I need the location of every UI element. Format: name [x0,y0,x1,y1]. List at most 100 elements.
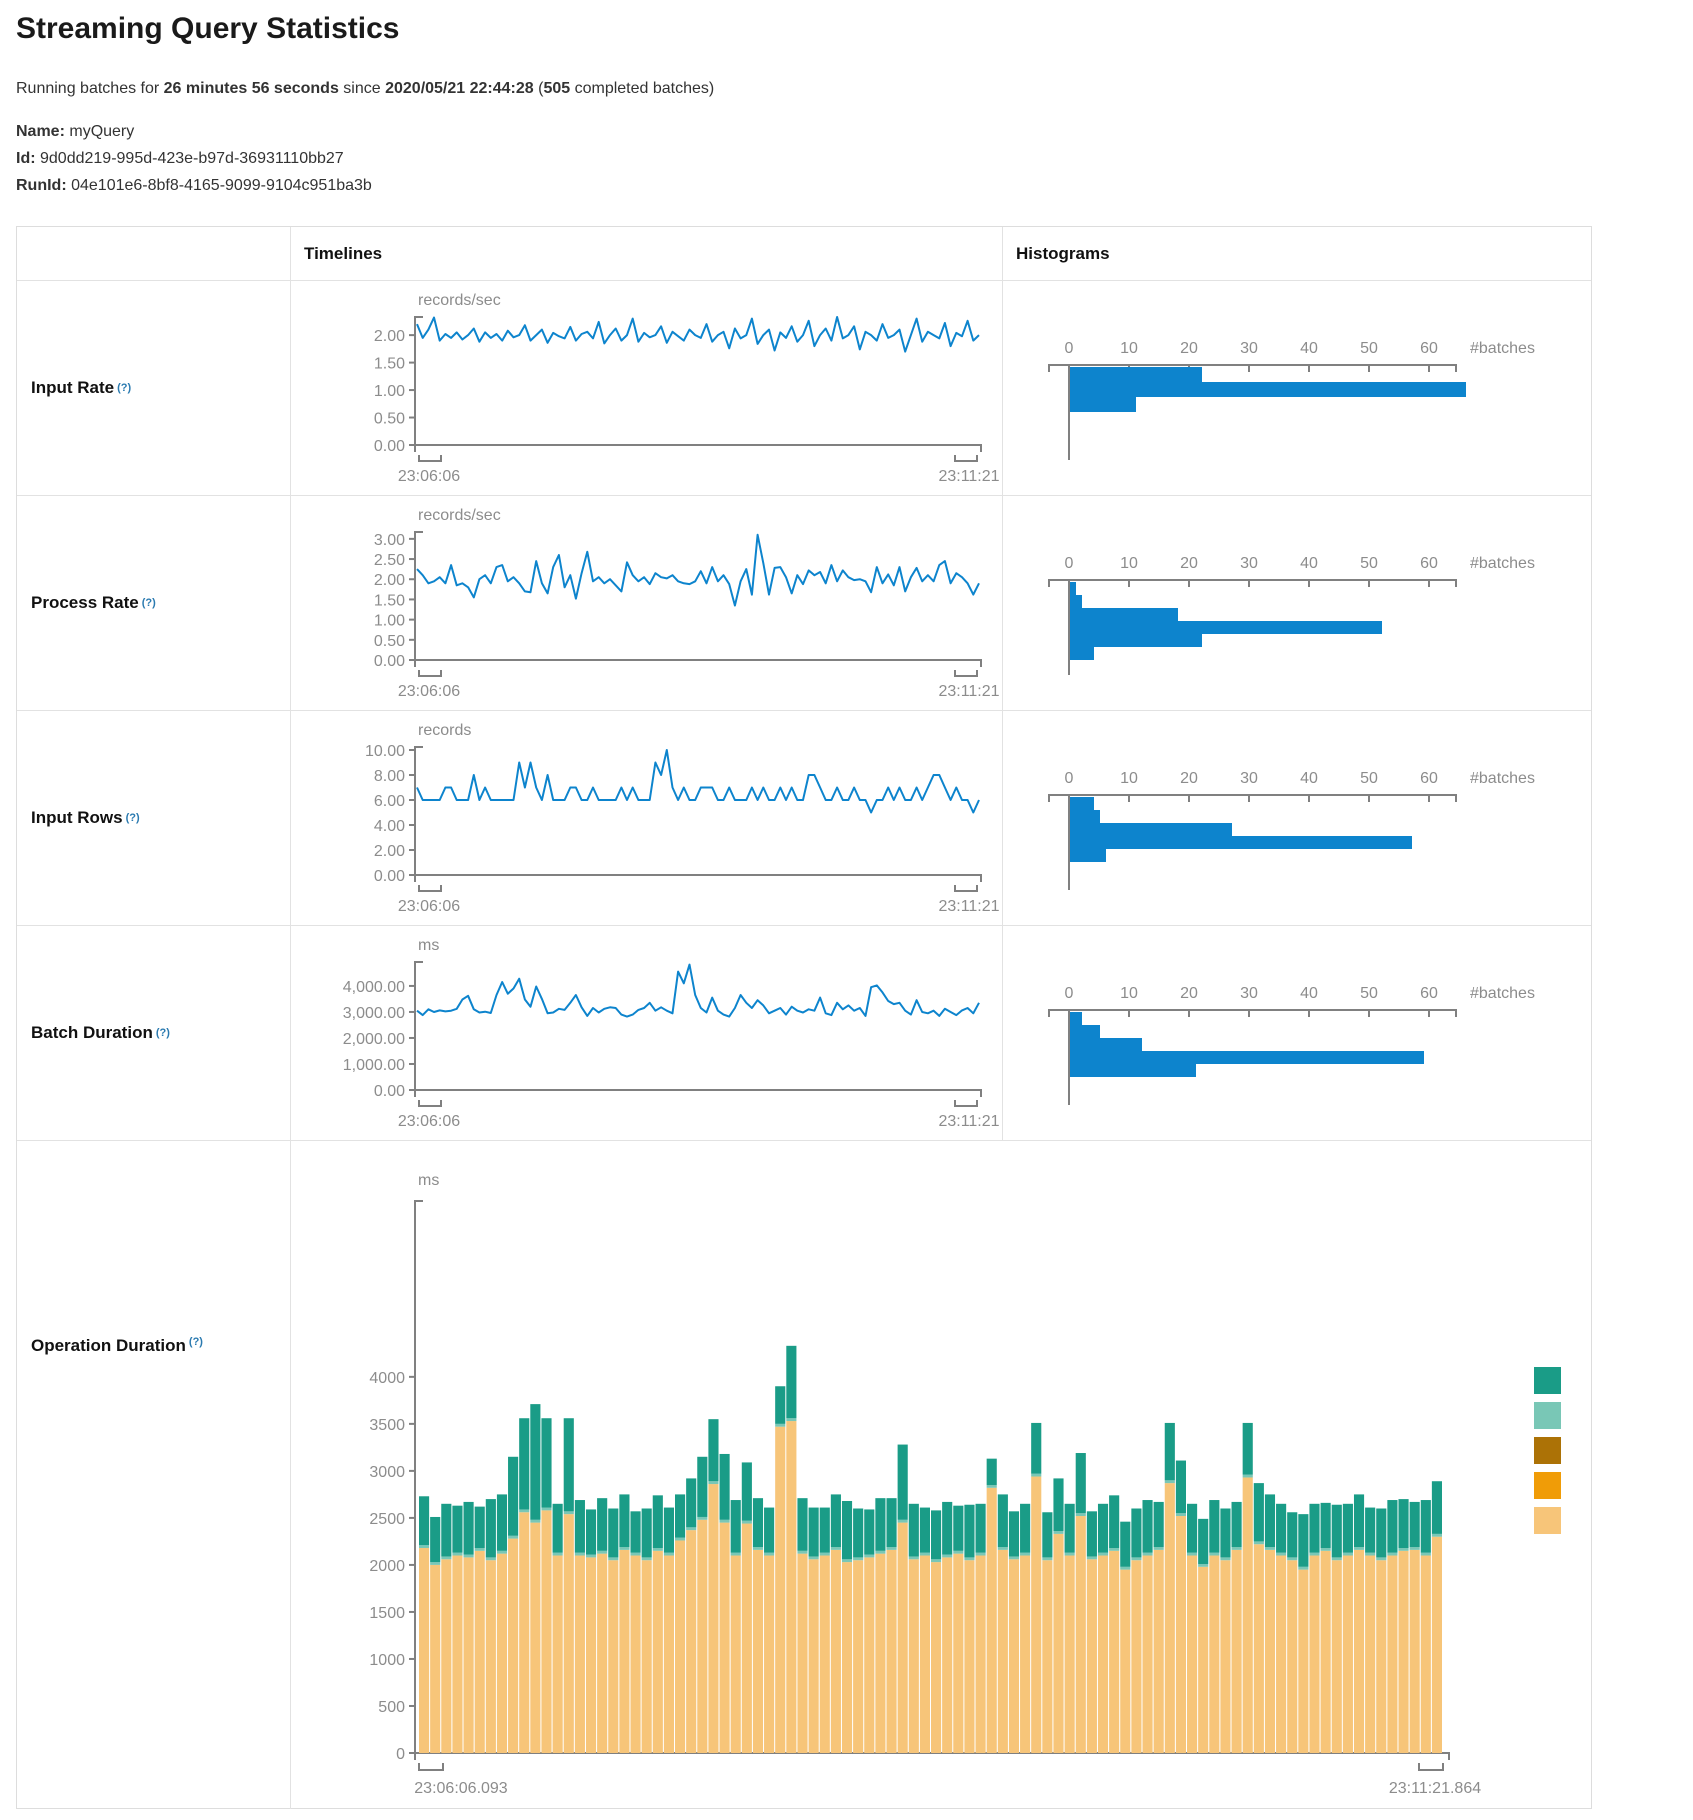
input-rate-help-icon[interactable]: (?) [117,382,131,394]
process-rate-row: Process Rate(?) records/sec0.000.501.001… [17,496,1591,711]
query-id-label: Id: [16,150,36,167]
svg-text:20: 20 [1180,770,1198,787]
svg-text:0: 0 [1065,985,1074,1002]
svg-text:40: 40 [1300,555,1318,572]
svg-text:#batches: #batches [1470,770,1535,787]
svg-text:60: 60 [1420,555,1438,572]
svg-text:3,000.00: 3,000.00 [343,1005,405,1022]
svg-text:500: 500 [378,1699,405,1716]
svg-text:0: 0 [1065,555,1074,572]
operation-duration-stacked-chart: ms0500100015002000250030003500400023:06:… [291,1141,1591,1809]
svg-text:1.00: 1.00 [374,383,405,400]
svg-text:10: 10 [1120,985,1138,1002]
header-histograms: Histograms [1003,227,1591,280]
svg-text:60: 60 [1420,770,1438,787]
svg-text:3.00: 3.00 [374,532,405,549]
query-runid-line: RunId: 04e101e6-8bf8-4165-9099-9104c951b… [16,172,372,199]
summary-suffix: completed batches) [570,80,714,97]
summary-paren: ( [534,80,544,97]
svg-text:ms: ms [418,937,439,954]
svg-text:0.50: 0.50 [374,411,405,428]
svg-text:23:11:21: 23:11:21 [938,468,999,485]
batch-duration-help-icon[interactable]: (?) [156,1027,170,1039]
svg-text:40: 40 [1300,985,1318,1002]
process-rate-help-icon[interactable]: (?) [142,597,156,609]
svg-text:#batches: #batches [1470,555,1535,572]
svg-text:50: 50 [1360,555,1378,572]
svg-text:4,000.00: 4,000.00 [343,979,405,996]
input-rate-row: Input Rate(?) records/sec 0.00 0.50 1.00 1.5… [17,281,1591,496]
summary-prefix: Running batches for [16,80,164,97]
input-rows-timeline-chart: records0.002.004.006.008.0010.0023:06:06… [291,711,1002,925]
svg-text:30: 30 [1240,340,1258,357]
summary-batch-count: 505 [543,80,570,97]
svg-text:0: 0 [1065,770,1074,787]
svg-text:4000: 4000 [369,1370,405,1387]
svg-text:23:11:21: 23:11:21 [938,683,999,700]
header-empty-cell [17,227,291,280]
svg-text:2000: 2000 [369,1558,405,1575]
svg-text:10: 10 [1120,555,1138,572]
svg-text:23:11:21.864: 23:11:21.864 [1389,1780,1481,1797]
input-rate-label: Input Rate(?) [17,281,291,495]
svg-text:60: 60 [1420,985,1438,1002]
input-rate-histogram-chart: 0102030405060#batches [1003,281,1591,495]
svg-text:2.50: 2.50 [374,552,405,569]
svg-text:3500: 3500 [369,1417,405,1434]
input-rows-label: Input Rows(?) [17,711,291,925]
svg-text:0: 0 [1065,340,1074,357]
query-runid-value: 04e101e6-8bf8-4165-9099-9104c951ba3b [71,177,372,194]
svg-text:30: 30 [1240,985,1258,1002]
svg-text:1.00: 1.00 [374,613,405,630]
operation-duration-help-icon[interactable]: (?) [189,1336,203,1348]
svg-text:6.00: 6.00 [374,793,405,810]
svg-text:3000: 3000 [369,1464,405,1481]
svg-text:ms: ms [418,1172,439,1189]
query-meta: Name: myQuery Id: 9d0dd219-995d-423e-b97… [16,118,372,199]
input-rows-help-icon[interactable]: (?) [126,812,140,824]
svg-text:0.50: 0.50 [374,633,405,650]
table-header-row: Timelines Histograms [17,227,1591,281]
svg-text:records/sec: records/sec [418,292,501,309]
svg-text:2.00: 2.00 [374,572,405,589]
svg-text:50: 50 [1360,770,1378,787]
page-title: Streaming Query Statistics [16,12,399,46]
svg-text:23:06:06: 23:06:06 [398,468,460,485]
svg-text:10: 10 [1120,770,1138,787]
svg-text:0.00: 0.00 [374,653,405,670]
svg-text:10.00: 10.00 [365,743,405,760]
svg-text:1,000.00: 1,000.00 [343,1057,405,1074]
process-rate-label: Process Rate(?) [17,496,291,710]
batch-duration-label: Batch Duration(?) [17,926,291,1140]
svg-text:23:11:21: 23:11:21 [938,898,999,915]
batch-duration-row: Batch Duration(?) ms0.001,000.002,000.00… [17,926,1591,1141]
svg-text:30: 30 [1240,555,1258,572]
svg-text:50: 50 [1360,985,1378,1002]
batch-duration-histogram-chart: 0102030405060#batches [1003,926,1591,1140]
query-id-value: 9d0dd219-995d-423e-b97d-36931110bb27 [40,150,344,167]
svg-text:1500: 1500 [369,1605,405,1622]
svg-text:4.00: 4.00 [374,818,405,835]
svg-text:#batches: #batches [1470,340,1535,357]
summary-duration: 26 minutes 56 seconds [164,80,339,97]
running-batches-summary: Running batches for 26 minutes 56 second… [16,80,714,98]
batch-duration-timeline-chart: ms0.001,000.002,000.003,000.004,000.0023… [291,926,1002,1140]
query-name-value: myQuery [69,123,134,140]
query-name-line: Name: myQuery [16,118,372,145]
svg-text:2500: 2500 [369,1511,405,1528]
svg-text:23:06:06: 23:06:06 [398,1113,460,1130]
svg-text:0.00: 0.00 [374,438,405,455]
input-rows-histogram-chart: 0102030405060#batches [1003,711,1591,925]
process-rate-histogram-chart: 0102030405060#batches [1003,496,1591,710]
svg-text:10: 10 [1120,340,1138,357]
operation-duration-label: Operation Duration(?) [17,1141,291,1809]
input-rate-timeline-chart: records/sec0.000.501.001.502.0023:06:062… [291,281,1002,495]
svg-text:1.50: 1.50 [374,356,405,373]
svg-text:8.00: 8.00 [374,768,405,785]
svg-text:20: 20 [1180,985,1198,1002]
svg-text:30: 30 [1240,770,1258,787]
svg-text:records: records [418,722,471,739]
svg-text:50: 50 [1360,340,1378,357]
summary-start-time: 2020/05/21 22:44:28 [385,80,534,97]
svg-text:0.00: 0.00 [374,1083,405,1100]
